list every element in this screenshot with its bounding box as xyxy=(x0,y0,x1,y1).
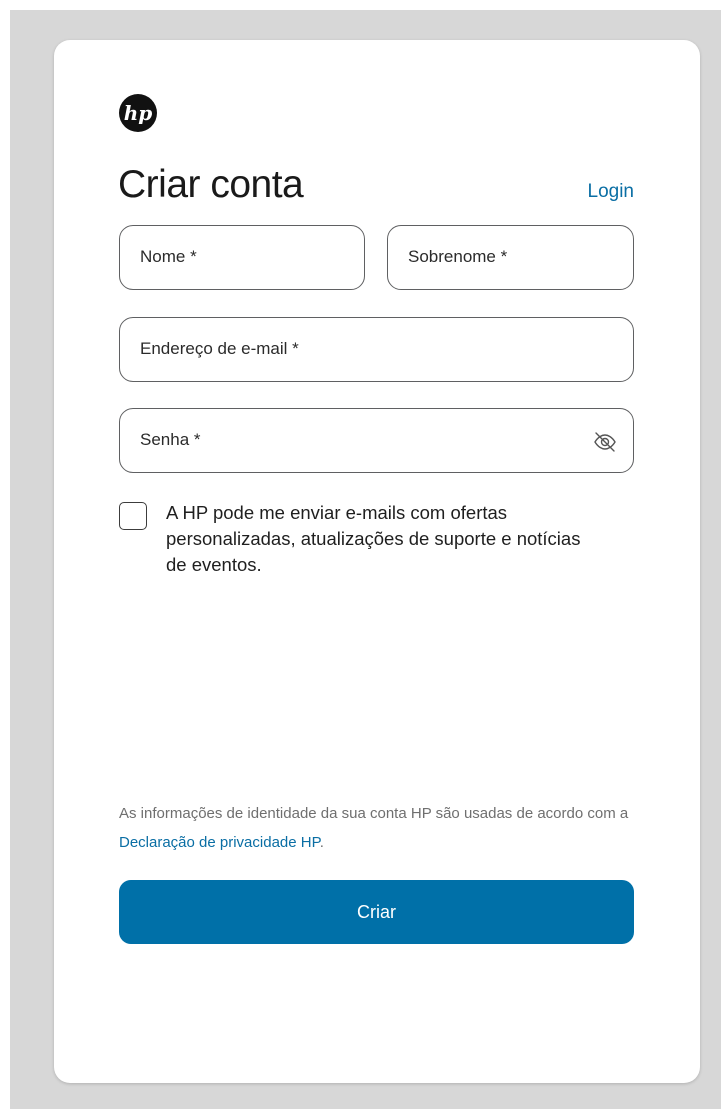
first-name-field[interactable]: Nome * xyxy=(119,225,365,290)
privacy-notice: As informações de identidade da sua cont… xyxy=(119,799,649,857)
privacy-text: As informações de identidade da sua cont… xyxy=(119,805,629,822)
marketing-consent-label: A HP pode me enviar e-mails com ofertas … xyxy=(166,502,581,575)
password-field[interactable]: Senha * xyxy=(119,408,634,473)
eye-slash-icon[interactable] xyxy=(592,429,618,455)
email-field[interactable]: Endereço de e-mail * xyxy=(119,317,634,382)
last-name-label: Sobrenome * xyxy=(408,247,508,266)
svg-text:hp: hp xyxy=(124,101,153,125)
login-link[interactable]: Login xyxy=(588,181,635,203)
password-label: Senha * xyxy=(140,430,201,449)
email-label: Endereço de e-mail * xyxy=(140,339,299,358)
marketing-consent-checkbox[interactable] xyxy=(119,502,147,530)
hp-logo-icon: hp xyxy=(119,94,157,132)
privacy-end: . xyxy=(319,834,324,851)
first-name-label: Nome * xyxy=(140,247,197,266)
page-title: Criar conta xyxy=(118,163,304,206)
privacy-policy-link[interactable]: Declaração de privacidade HP xyxy=(119,834,320,851)
create-account-button[interactable]: Criar xyxy=(119,880,634,944)
last-name-field[interactable]: Sobrenome * xyxy=(387,225,634,290)
